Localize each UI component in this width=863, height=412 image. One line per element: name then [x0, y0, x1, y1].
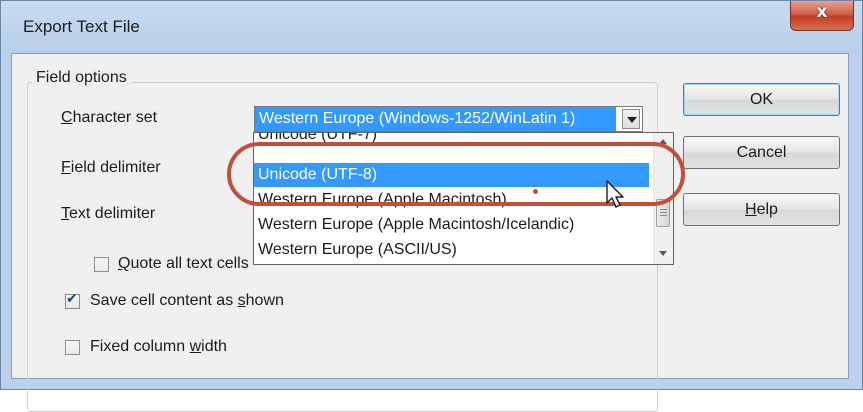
- dropdown-option[interactable]: Western Europe (Apple Macintosh/Icelandi…: [254, 213, 649, 237]
- help-button[interactable]: Help: [683, 193, 840, 226]
- character-set-label-text: haracter set: [72, 109, 158, 126]
- text-delimiter-label-text: ext delimiter: [69, 205, 156, 222]
- save-label-post: hown: [245, 292, 284, 309]
- quote-accel: Q: [118, 255, 131, 272]
- close-icon: x: [816, 2, 828, 22]
- field-delimiter-label-text: ield delimiter: [70, 159, 161, 176]
- character-set-value: Western Europe (Windows-1252/WinLatin 1): [255, 107, 616, 131]
- checkmark-icon: ✔: [66, 291, 78, 307]
- field-delimiter-accel: F: [61, 159, 71, 176]
- dropdown-option[interactable]: Western Europe (ASCII/US): [254, 238, 649, 262]
- grip-line: [660, 212, 667, 213]
- quote-label-text: uote all text cells: [130, 255, 249, 272]
- save-cell-content-checkbox[interactable]: ✔: [65, 291, 80, 309]
- character-set-label: Character set: [61, 109, 157, 127]
- title-bar[interactable]: Export Text File x: [1, 1, 862, 53]
- ok-button[interactable]: OK: [683, 83, 840, 116]
- save-accel: s: [237, 292, 246, 309]
- character-set-combobox[interactable]: Western Europe (Windows-1252/WinLatin 1): [254, 106, 643, 132]
- text-delimiter-label: Text delimiter: [61, 205, 155, 223]
- export-text-file-dialog: Export Text File x Field options Charact…: [0, 0, 863, 412]
- save-label-pre: Save cell content as: [90, 292, 238, 309]
- annotation-dot: [533, 189, 538, 194]
- fixed-label-pre: Fixed column: [90, 338, 190, 355]
- help-label-text: elp: [756, 201, 778, 218]
- cancel-button[interactable]: Cancel: [683, 136, 840, 169]
- dialog-title: Export Text File: [23, 17, 140, 36]
- fixed-accel: w: [189, 338, 202, 355]
- quote-all-text-cells-checkbox[interactable]: [94, 257, 109, 272]
- chevron-down-icon: [627, 117, 637, 123]
- fixed-label-post: idth: [201, 338, 227, 355]
- arrow-cursor-icon: [606, 180, 624, 208]
- field-delimiter-label: Field delimiter: [61, 159, 161, 177]
- fixed-column-width-checkbox[interactable]: [65, 340, 80, 355]
- close-button[interactable]: x: [790, 1, 854, 31]
- field-options-title: Field options: [32, 69, 131, 87]
- text-delimiter-accel: T: [61, 205, 69, 222]
- grip-line: [660, 209, 667, 210]
- character-set-dropdown-button[interactable]: [622, 109, 640, 129]
- save-cell-content-label: Save cell content as shown: [90, 292, 284, 310]
- fixed-column-width-label: Fixed column width: [90, 338, 227, 356]
- scroll-down-arrow-icon[interactable]: [659, 251, 667, 256]
- character-set-accel: C: [61, 109, 73, 126]
- help-accel: H: [745, 201, 757, 218]
- quote-all-text-cells-label: Quote all text cells: [118, 255, 249, 273]
- grip-line: [660, 215, 667, 216]
